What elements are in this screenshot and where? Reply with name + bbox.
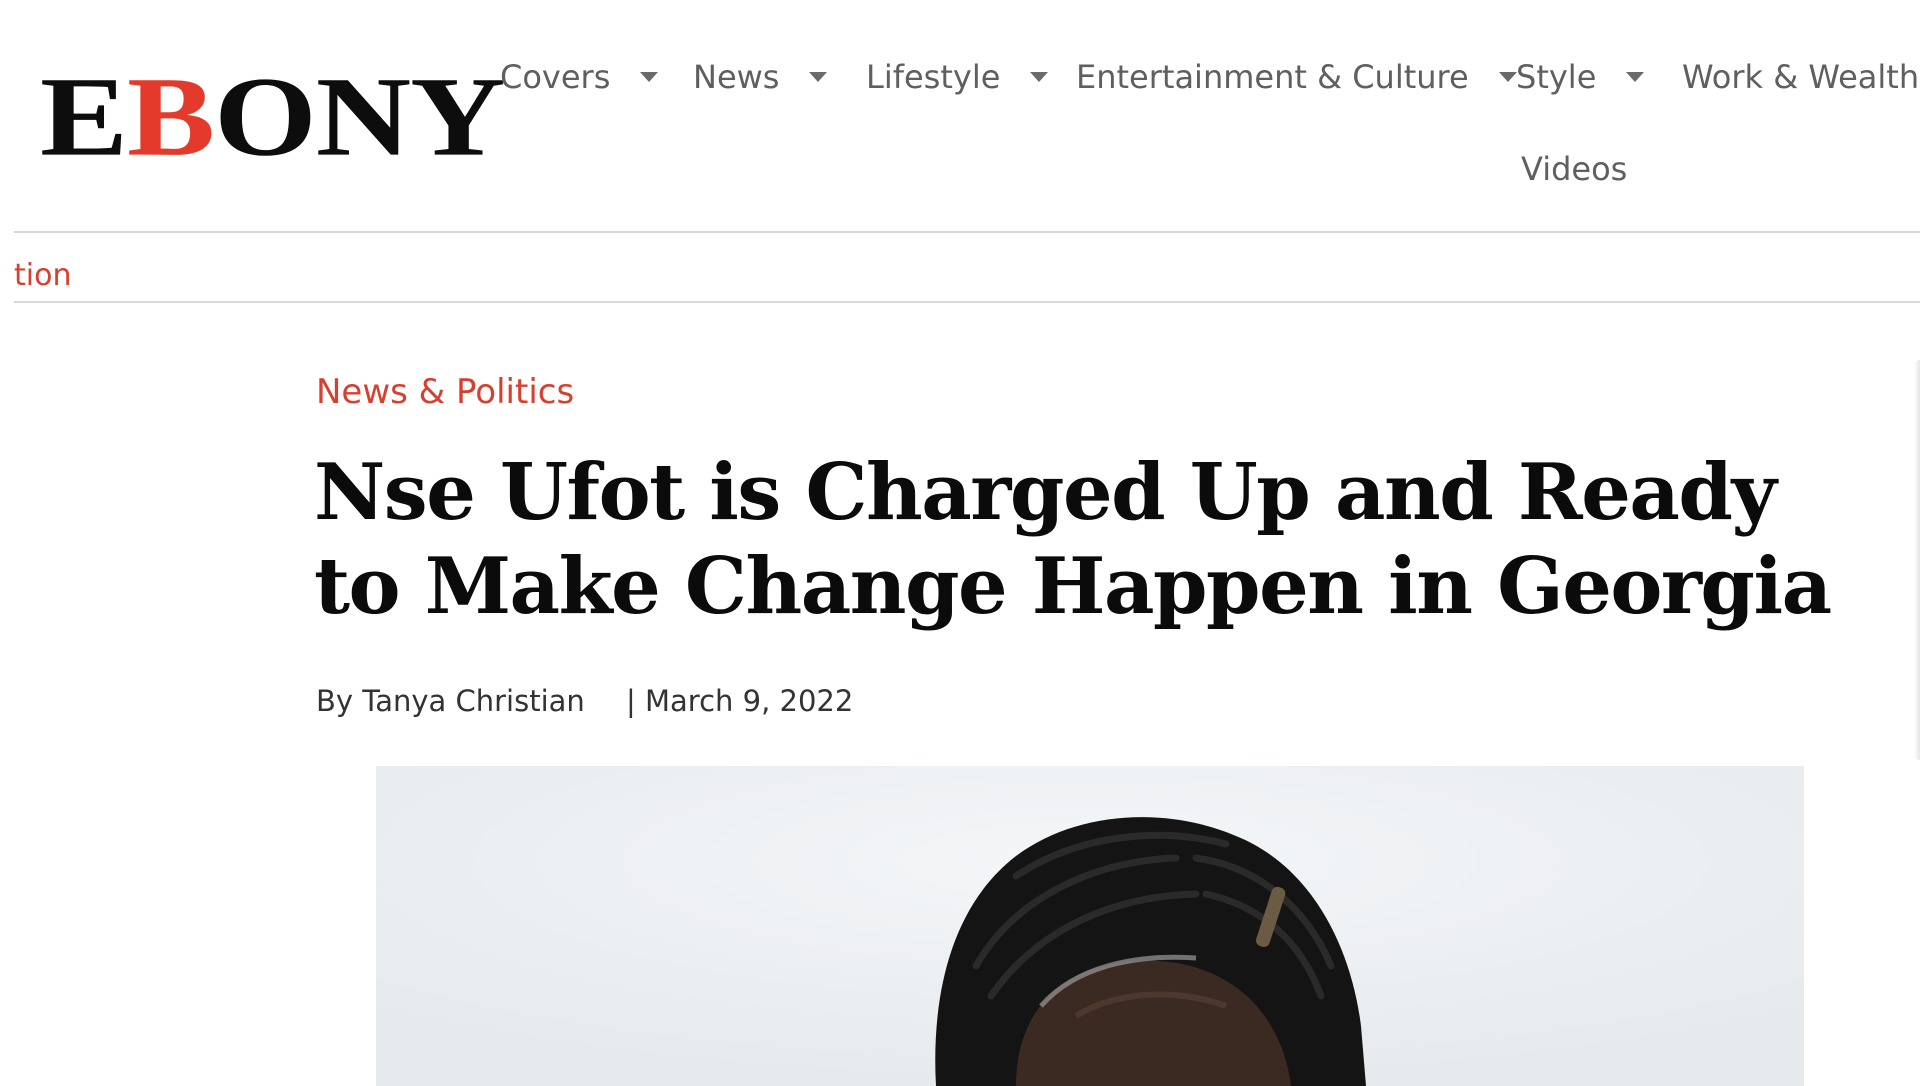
chevron-down-icon[interactable] [640, 72, 659, 82]
nav-item-style[interactable]: Style [1516, 58, 1645, 96]
nav-item-label: Videos [1521, 150, 1628, 188]
nav-item-covers[interactable]: Covers [500, 58, 659, 96]
nav-item-entertainment-culture[interactable]: Entertainment & Culture [1076, 58, 1517, 96]
nav-item-label: Lifestyle [866, 58, 1001, 96]
portrait-illustration [376, 766, 1804, 1086]
meta-separator: | [626, 684, 636, 718]
nav-item-label: News [693, 58, 780, 96]
nav-item-lifestyle[interactable]: Lifestyle [866, 58, 1049, 96]
publish-date: March 9, 2022 [645, 684, 854, 718]
author-byline[interactable]: By Tanya Christian [316, 684, 585, 718]
chevron-down-icon[interactable] [809, 72, 828, 82]
article-category-link[interactable]: News & Politics [316, 372, 574, 412]
nav-item-videos[interactable]: Videos [1521, 150, 1627, 188]
chevron-down-icon[interactable] [1498, 72, 1517, 82]
chevron-down-icon[interactable] [1626, 72, 1645, 82]
nav-item-label: Entertainment & Culture [1076, 58, 1469, 96]
nav-item-label: Style [1516, 58, 1597, 96]
nav-item-work-wealth[interactable]: Work & Wealth [1682, 58, 1919, 96]
nav-item-label: Work & Wealth [1682, 58, 1920, 96]
main-nav: Covers News Lifestyle Entertainment & Cu… [0, 0, 1920, 232]
nav-item-label: Covers [500, 58, 611, 96]
side-panel-edge [1914, 360, 1920, 760]
chevron-down-icon[interactable] [1030, 72, 1049, 82]
article-title: Nse Ufot is Charged Up and Ready to Make… [314, 447, 1832, 632]
article-meta: By Tanya Christian | March 9, 2022 [316, 684, 853, 718]
trending-ticker[interactable]: tion [14, 258, 71, 293]
nav-item-news[interactable]: News [693, 58, 828, 96]
article-hero-image [376, 766, 1804, 1086]
ticker-divider [14, 301, 1920, 303]
header-divider [14, 231, 1920, 233]
